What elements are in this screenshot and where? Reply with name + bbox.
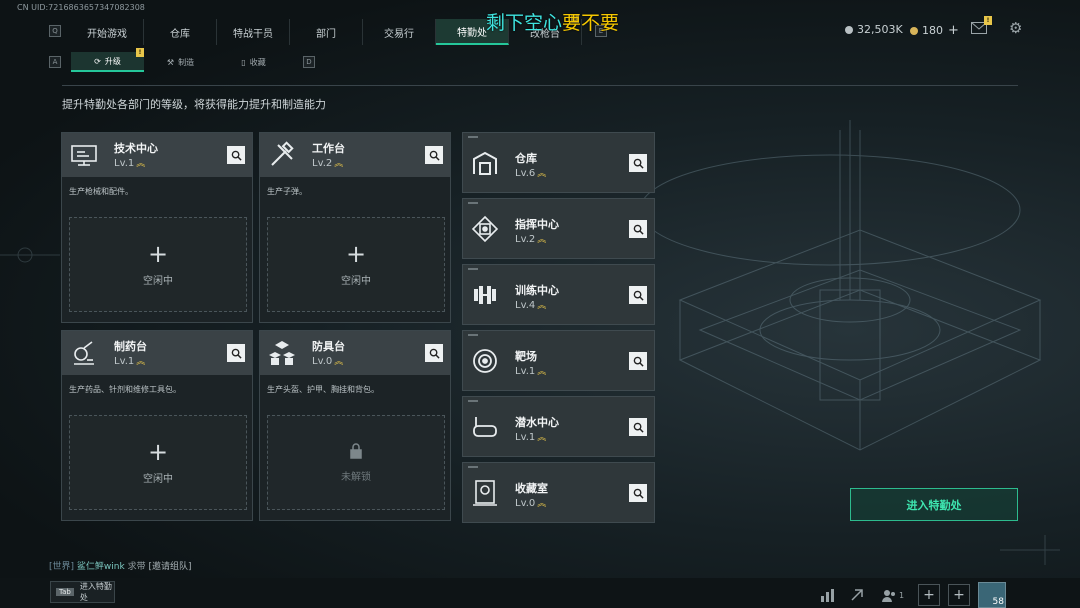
enter-special-ops-button[interactable]: 进入特勤处 — [850, 488, 1018, 521]
tab-trading[interactable]: 交易行 — [363, 19, 436, 45]
search-icon[interactable] — [629, 484, 647, 502]
training-center-icon — [471, 281, 499, 309]
tab-department[interactable]: 部门 — [290, 19, 363, 45]
facility-card-pharmacy[interactable]: 制药台 Lv.1 ︽ 生产药品、针剂和维修工具包。 + 空闲中 — [61, 330, 253, 521]
tech-center-icon — [70, 141, 98, 169]
ping-icon[interactable] — [846, 584, 868, 606]
add-currency-button[interactable]: + — [948, 23, 959, 38]
level-chevron-icon: ︽ — [334, 357, 344, 367]
page-description: 提升特勤处各部门的等级，将获得能力提升和制造能力 — [62, 98, 326, 111]
production-slot[interactable]: + 空闲中 — [267, 217, 445, 312]
upgrade-badge: ! — [136, 48, 144, 57]
production-slot[interactable]: + 空闲中 — [69, 217, 247, 312]
level-chevron-icon: ︽ — [334, 159, 344, 169]
level-chevron-icon: ︽ — [537, 367, 547, 377]
plus-icon: + — [345, 240, 367, 268]
workbench-icon — [268, 141, 296, 169]
subtab-prev-key-hint: A — [49, 56, 61, 68]
search-icon[interactable] — [629, 286, 647, 304]
subtab-craft[interactable]: ⚒ 制造 — [144, 52, 217, 72]
search-icon[interactable] — [629, 154, 647, 172]
add-teammate-button-1[interactable]: + — [918, 584, 940, 606]
craft-icon: ⚒ — [166, 57, 175, 67]
facility-card-workbench[interactable]: 工作台 Lv.2 ︽ 生产子弹。 + 空闲中 — [259, 132, 451, 323]
stats-chart-icon[interactable] — [816, 584, 838, 606]
add-teammate-button-2[interactable]: + — [948, 584, 970, 606]
search-icon[interactable] — [629, 352, 647, 370]
facility-card-collection-room[interactable]: 收藏室 Lv.0 ︽ — [462, 462, 655, 523]
level-chevron-icon: ︽ — [537, 235, 547, 245]
shooting-range-icon — [471, 347, 499, 375]
search-icon[interactable] — [425, 344, 443, 362]
card-header: 工作台 Lv.2 ︽ — [260, 133, 450, 177]
settings-gear-icon[interactable]: ⚙ — [1009, 21, 1024, 36]
facility-card-warehouse[interactable]: 仓库 Lv.6 ︽ — [462, 132, 655, 193]
mail-icon[interactable]: ! — [971, 16, 992, 34]
level-chevron-icon: ︽ — [136, 159, 146, 169]
level-chevron-icon: ︽ — [537, 169, 547, 179]
invite-link[interactable]: [邀请组队] — [148, 562, 191, 572]
enter-special-ops-tab-button[interactable]: Tab 进入特勤处 — [50, 581, 115, 603]
armor-bench-icon — [268, 339, 296, 367]
subtab-upgrade[interactable]: ⟳ 升级! — [71, 48, 144, 72]
pharmacy-icon — [70, 339, 98, 367]
production-slot[interactable]: + 空闲中 — [69, 415, 247, 510]
collection-icon: ▯ — [241, 57, 246, 67]
locked-slot: 未解锁 — [267, 415, 445, 510]
plus-icon: + — [147, 240, 169, 268]
uid-text: CN UID:7216863657347082308 — [17, 3, 145, 12]
facility-card-command-center[interactable]: 指挥中心 Lv.2 ︽ — [462, 198, 655, 259]
friends-button[interactable]: 1 — [876, 584, 910, 606]
coupon-display[interactable]: 180 + — [910, 23, 959, 38]
card-header: 制药台 Lv.1 ︽ — [62, 331, 252, 375]
tab-operators[interactable]: 特战干员 — [217, 19, 290, 45]
level-chevron-icon: ︽ — [537, 301, 547, 311]
facility-card-shooting-range[interactable]: 靶场 Lv.1 ︽ — [462, 330, 655, 391]
facility-card-tech-center[interactable]: 技术中心 Lv.1 ︽ 生产枪械和配件。 + 空闲中 — [61, 132, 253, 323]
mail-badge: ! — [984, 16, 992, 25]
tab-start-game[interactable]: 开始游戏 — [71, 19, 144, 45]
sub-tab-bar: ⟳ 升级! ⚒ 制造 ▯ 收藏 — [71, 48, 290, 72]
coupon-icon — [910, 26, 918, 35]
search-icon[interactable] — [425, 146, 443, 164]
diving-center-icon — [471, 413, 499, 441]
plus-icon: + — [147, 438, 169, 466]
collection-room-icon — [471, 479, 499, 507]
upgrade-icon: ⟳ — [94, 56, 101, 66]
bottom-right-controls: 1 + + 58 — [816, 582, 1006, 608]
chat-line[interactable]: [世界] 鲨仁鲆wink 求带 [邀请组队] — [49, 559, 191, 572]
command-center-icon — [471, 215, 499, 243]
warehouse-icon — [471, 149, 499, 177]
subtab-next-key-hint: D — [303, 56, 315, 68]
facility-card-diving-center[interactable]: 潜水中心 Lv.1 ︽ — [462, 396, 655, 457]
search-icon[interactable] — [227, 344, 245, 362]
search-icon[interactable] — [227, 146, 245, 164]
level-chevron-icon: ︽ — [136, 357, 146, 367]
tab-prev-key-hint: Q — [49, 25, 61, 37]
lock-icon — [349, 442, 363, 462]
card-header: 防具台 Lv.0 ︽ — [260, 331, 450, 375]
level-chevron-icon: ︽ — [537, 499, 547, 509]
player-avatar[interactable]: 58 — [978, 582, 1006, 608]
card-header: 技术中心 Lv.1 ︽ — [62, 133, 252, 177]
coin-icon — [845, 25, 853, 34]
search-icon[interactable] — [629, 220, 647, 238]
divider — [62, 85, 1018, 86]
facility-card-armor-bench[interactable]: 防具台 Lv.0 ︽ 生产头盔、护甲、胸挂和背包。 未解锁 — [259, 330, 451, 521]
search-icon[interactable] — [629, 418, 647, 436]
level-chevron-icon: ︽ — [537, 433, 547, 443]
stream-overlay-text: 剩下空心要不要 — [486, 12, 620, 34]
facility-card-training-center[interactable]: 训练中心 Lv.4 ︽ — [462, 264, 655, 325]
tab-warehouse[interactable]: 仓库 — [144, 19, 217, 45]
money-display[interactable]: 32,503K — [845, 23, 903, 36]
subtab-collection[interactable]: ▯ 收藏 — [217, 52, 290, 72]
